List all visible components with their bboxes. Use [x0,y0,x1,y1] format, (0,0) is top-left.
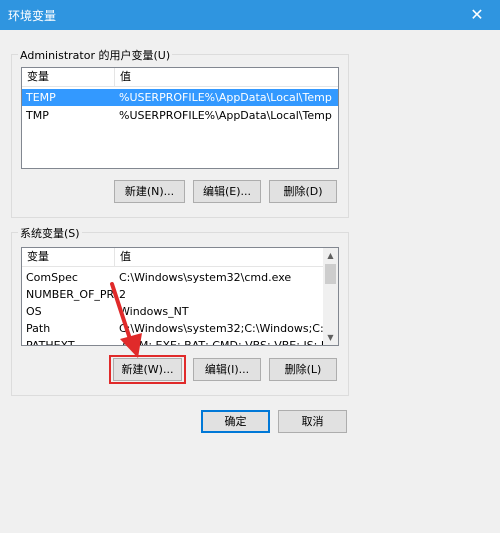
var-name: ComSpec [26,271,78,284]
user-var-row-temp[interactable]: TEMP %USERPROFILE%\AppData\Local\Temp [22,89,338,106]
system-variables-list[interactable]: 变量 值 ComSpec C:\Windows\system32\cmd.exe… [21,247,339,346]
column-header-value[interactable]: 值 [115,68,338,86]
column-header-variable[interactable]: 变量 [22,248,115,266]
annotation-arrow-icon [110,282,142,358]
var-name: PATHEXT [26,339,75,346]
var-value: %USERPROFILE%\AppData\Local\Temp [119,109,332,122]
var-name: NUMBER_OF_PR... [26,288,115,301]
user-list-header: 变量 值 [22,68,338,87]
scroll-up-icon[interactable]: ▲ [323,248,338,263]
user-edit-button[interactable]: 编辑(E)... [193,180,261,203]
window-title: 环境变量 [8,9,57,23]
var-name: Path [26,322,51,335]
var-value: %USERPROFILE%\AppData\Local\Temp [119,91,332,104]
system-var-row[interactable]: PATHEXT .COM;.EXE;.BAT;.CMD;.VBS;.VBE;.J… [22,337,323,346]
system-var-row[interactable]: ComSpec C:\Windows\system32\cmd.exe [22,269,323,286]
cancel-button[interactable]: 取消 [278,410,347,433]
system-list-scrollbar[interactable]: ▲ ▼ [323,248,338,345]
system-delete-button[interactable]: 删除(L) [269,358,337,381]
var-name: OS [26,305,42,318]
title-bar: 环境变量 ✕ [0,0,500,30]
user-variables-list[interactable]: 变量 值 TEMP %USERPROFILE%\AppData\Local\Te… [21,67,339,169]
var-name: TEMP [26,91,56,104]
var-name: TMP [26,109,49,122]
scroll-thumb[interactable] [325,264,336,284]
system-edit-button[interactable]: 编辑(I)... [193,358,261,381]
system-list-header: 变量 值 [22,248,323,267]
scroll-down-icon[interactable]: ▼ [323,330,338,345]
close-icon[interactable]: ✕ [454,0,500,30]
column-header-variable[interactable]: 变量 [22,68,115,86]
user-delete-button[interactable]: 删除(D) [269,180,337,203]
user-new-button[interactable]: 新建(N)... [114,180,185,203]
system-variables-label: 系统变量(S) [18,225,82,241]
ok-button[interactable]: 确定 [201,410,270,433]
system-var-row[interactable]: OS Windows_NT [22,303,323,320]
user-var-row-tmp[interactable]: TMP %USERPROFILE%\AppData\Local\Temp [22,107,338,124]
system-var-row[interactable]: Path C:\Windows\system32;C:\Windows;C:\W… [22,320,323,337]
user-variables-label: Administrator 的用户变量(U) [18,47,173,63]
system-var-row[interactable]: NUMBER_OF_PR... 2 [22,286,323,303]
column-header-value[interactable]: 值 [115,248,323,266]
